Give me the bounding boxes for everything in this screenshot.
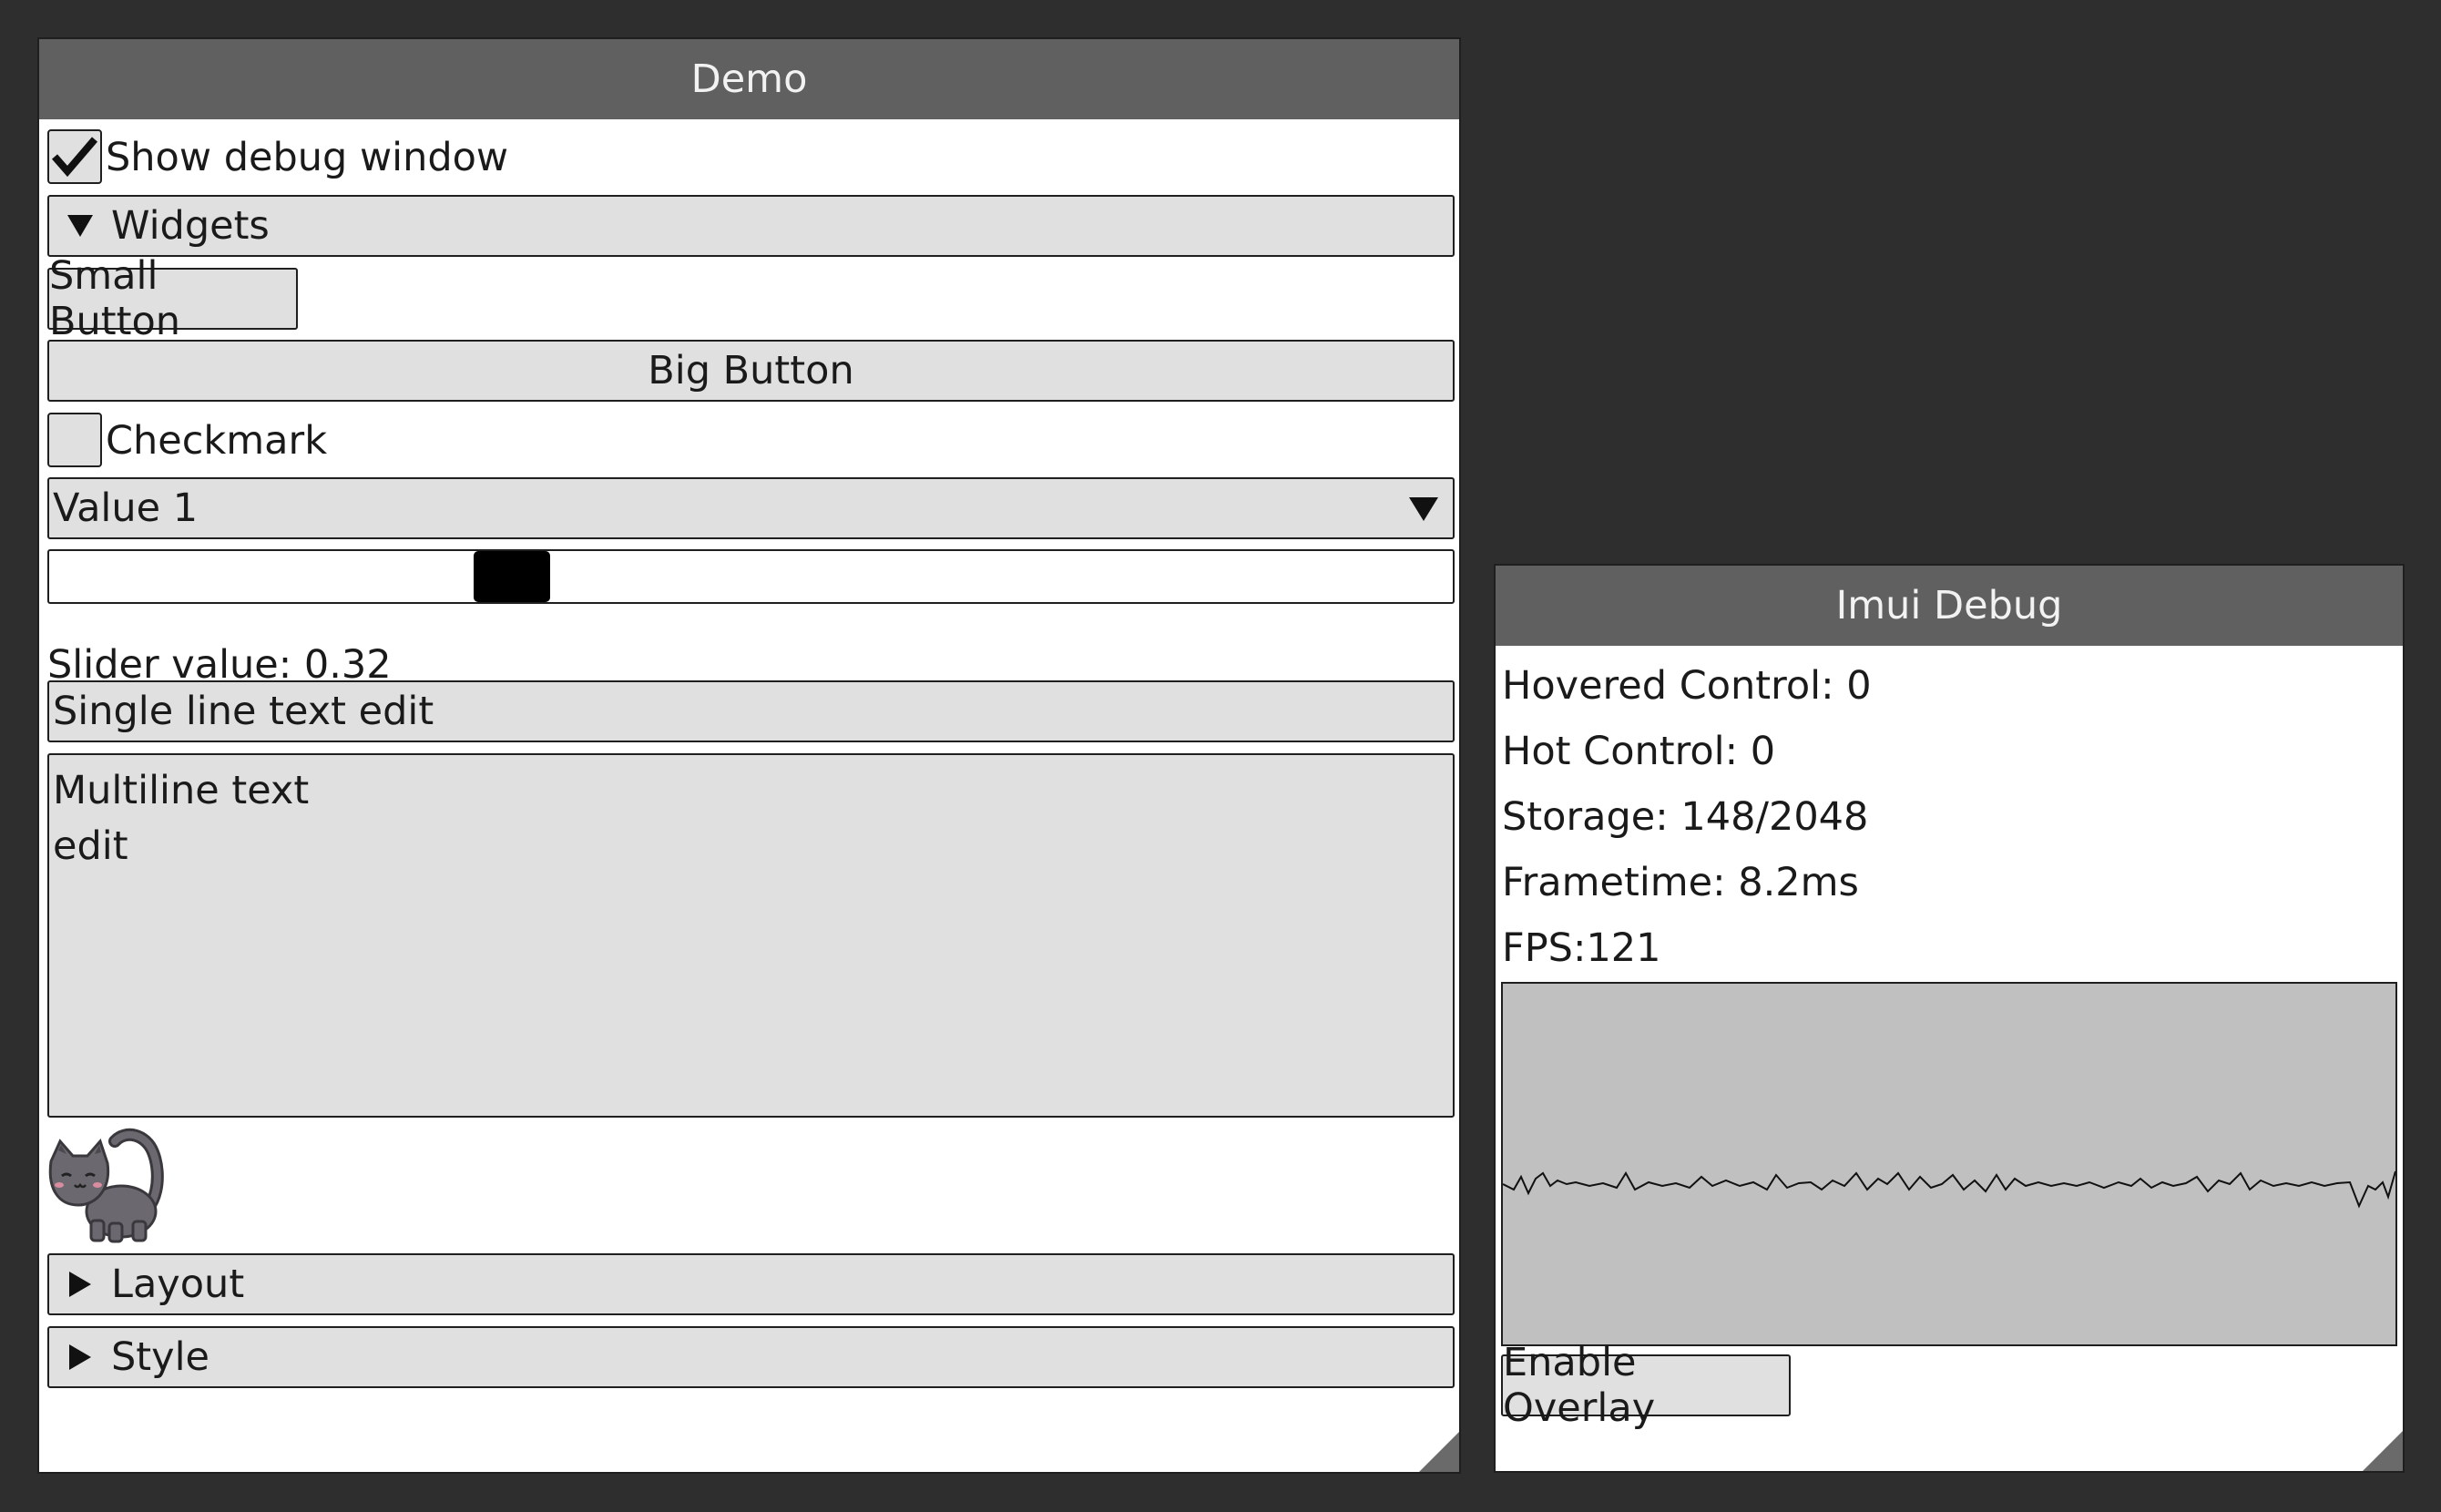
storage-text: Storage: 148/2048 bbox=[1502, 794, 1869, 840]
demo-window-title-text: Demo bbox=[690, 56, 808, 102]
big-button[interactable]: Big Button bbox=[47, 340, 1455, 402]
triangle-down-icon bbox=[67, 215, 93, 237]
fps-text: FPS:121 bbox=[1502, 925, 1661, 971]
resize-grip-icon[interactable] bbox=[2363, 1431, 2403, 1471]
single-line-text-value: Single line text edit bbox=[53, 689, 434, 734]
layout-header-label: Layout bbox=[111, 1262, 245, 1307]
hovered-control-text: Hovered Control: 0 bbox=[1502, 663, 1872, 709]
widgets-header[interactable]: Widgets bbox=[47, 195, 1455, 257]
value-dropdown[interactable]: Value 1 bbox=[47, 477, 1455, 539]
widgets-header-label: Widgets bbox=[111, 203, 270, 249]
slider-handle[interactable] bbox=[474, 551, 550, 602]
resize-grip-icon[interactable] bbox=[1419, 1432, 1459, 1472]
show-debug-label: Show debug window bbox=[106, 135, 509, 180]
cat-icon bbox=[48, 1128, 164, 1243]
frametime-graph-line bbox=[1503, 1170, 2395, 1209]
enable-overlay-button-label: Enable Overlay bbox=[1503, 1340, 1656, 1431]
triangle-right-icon bbox=[69, 1344, 91, 1370]
small-button[interactable]: Small Button bbox=[47, 253, 298, 344]
enable-overlay-button[interactable]: Enable Overlay bbox=[1501, 1340, 1791, 1431]
layout-header[interactable]: Layout bbox=[47, 1253, 1455, 1315]
style-header-label: Style bbox=[111, 1334, 210, 1380]
chevron-down-icon bbox=[1409, 497, 1438, 521]
small-button-label: Small Button bbox=[49, 253, 181, 344]
multiline-text-line-1: Multiline text bbox=[53, 768, 310, 813]
frametime-text: Frametime: 8.2ms bbox=[1502, 860, 1859, 905]
slider-value-label: Slider value: 0.32 bbox=[47, 642, 392, 688]
single-line-text-input[interactable]: Single line text edit bbox=[47, 680, 1455, 742]
value-slider[interactable] bbox=[47, 549, 1455, 604]
debug-window: Imui Debug Hovered Control: 0 Hot Contro… bbox=[1494, 564, 2405, 1473]
triangle-right-icon bbox=[69, 1272, 91, 1297]
frametime-graph bbox=[1501, 982, 2397, 1346]
hot-control-text: Hot Control: 0 bbox=[1502, 729, 1776, 774]
debug-window-title-text: Imui Debug bbox=[1835, 583, 2063, 628]
multiline-text-input[interactable]: Multiline text edit bbox=[47, 753, 1455, 1118]
checkmark-label: Checkmark bbox=[106, 418, 328, 464]
style-header[interactable]: Style bbox=[47, 1326, 1455, 1388]
debug-window-title[interactable]: Imui Debug bbox=[1496, 566, 2403, 646]
big-button-label: Big Button bbox=[648, 348, 854, 393]
checkmark-checkbox[interactable] bbox=[47, 413, 102, 467]
multiline-text-line-2: edit bbox=[53, 823, 128, 869]
demo-window: Demo Show debug window Widgets Small But… bbox=[37, 37, 1461, 1474]
show-debug-checkbox[interactable] bbox=[47, 129, 102, 184]
dropdown-selected-value: Value 1 bbox=[53, 485, 199, 531]
checkmark-icon bbox=[51, 137, 98, 178]
demo-window-title[interactable]: Demo bbox=[39, 39, 1459, 119]
